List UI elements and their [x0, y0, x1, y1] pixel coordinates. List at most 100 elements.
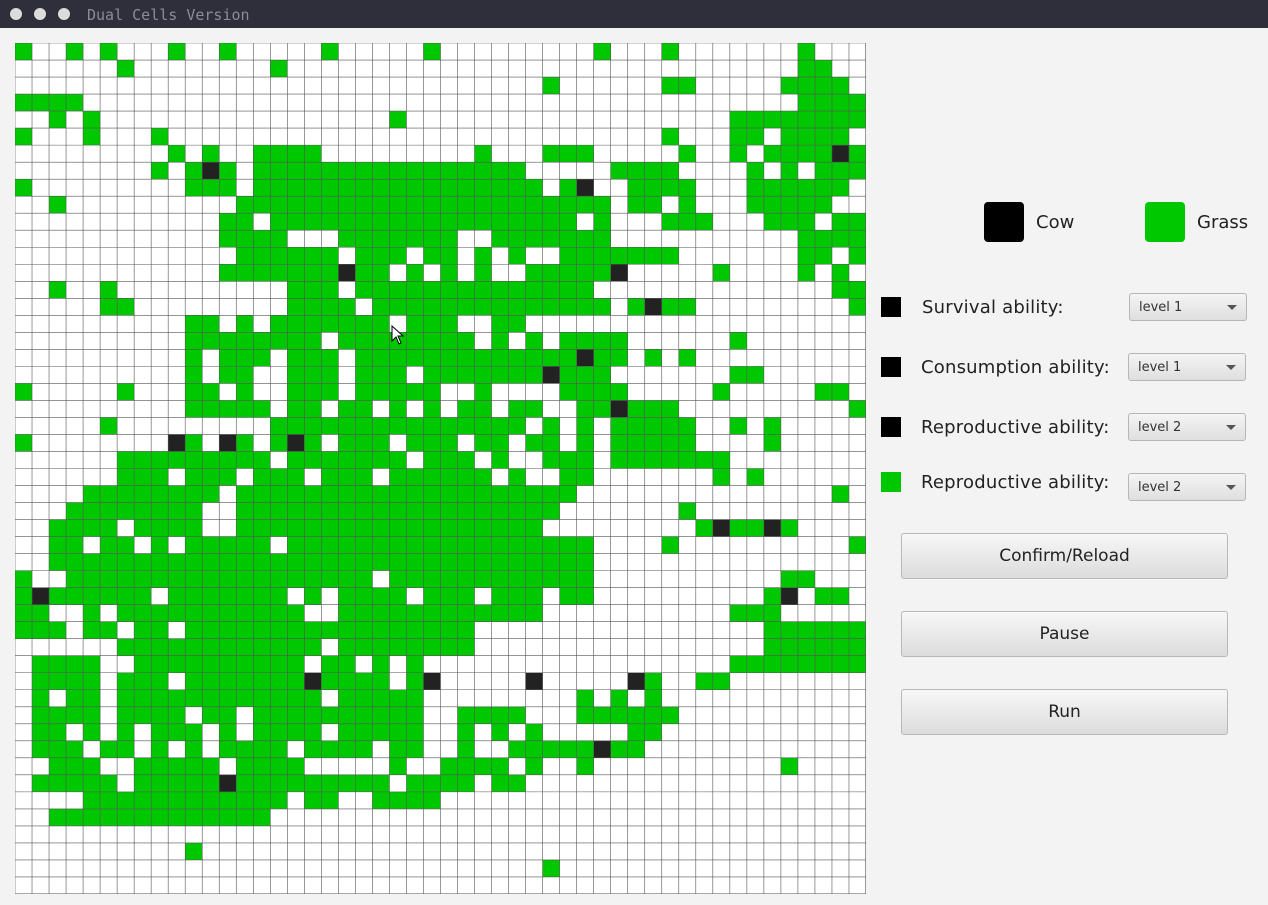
grass-cell — [576, 587, 594, 605]
minimize-window-button[interactable] — [34, 8, 46, 20]
grass-cell — [457, 740, 475, 758]
grass-cell — [389, 689, 407, 707]
grass-cell — [236, 638, 254, 656]
grass-cell — [525, 485, 543, 503]
grass-cell — [372, 451, 390, 469]
grass-cell — [185, 536, 203, 554]
grass-cell — [117, 468, 135, 486]
grass-cell — [389, 706, 407, 724]
grass-cell — [117, 604, 135, 622]
grass-cell — [151, 774, 169, 792]
grass-cell — [423, 43, 441, 61]
survival-ability-value: level 1 — [1139, 300, 1183, 315]
grass-cell — [440, 417, 458, 435]
grass-cell — [287, 162, 305, 180]
grass-cell — [797, 655, 815, 673]
grass-cell — [321, 281, 339, 299]
grass-cell — [49, 672, 67, 690]
grass-cell — [627, 723, 645, 741]
pause-button[interactable]: Pause — [901, 611, 1228, 657]
grass-cell — [593, 332, 611, 350]
grass-cell — [644, 672, 662, 690]
grass-cell — [814, 145, 832, 163]
grass-cell — [185, 655, 203, 673]
grass-cell — [219, 570, 237, 588]
grass-cell — [185, 808, 203, 826]
close-window-button[interactable] — [10, 8, 22, 20]
grass-cell — [423, 570, 441, 588]
grass-cell — [423, 349, 441, 367]
grass-cell — [729, 655, 747, 673]
grass-cell — [406, 723, 424, 741]
grass-cell — [134, 655, 152, 673]
grass-reproductive-ability-select[interactable]: level 2 — [1128, 473, 1246, 501]
grass-cell — [134, 808, 152, 826]
survival-ability-select[interactable]: level 1 — [1129, 293, 1247, 321]
grass-cell — [168, 757, 186, 775]
grass-cell — [797, 213, 815, 231]
grass-cell — [848, 213, 866, 231]
grass-cell — [253, 638, 271, 656]
grass-cell — [253, 587, 271, 605]
grass-cell — [389, 740, 407, 758]
consumption-ability-select[interactable]: level 1 — [1128, 353, 1246, 381]
grass-cell — [15, 179, 33, 197]
grass-cell — [372, 349, 390, 367]
grass-cell — [525, 332, 543, 350]
window-title: Dual Cells Version — [87, 6, 250, 24]
grass-cell — [525, 196, 543, 214]
grass-cell — [270, 723, 288, 741]
grass-cell — [151, 808, 169, 826]
cow-reproductive-ability-select[interactable]: level 2 — [1128, 413, 1246, 441]
grass-cell — [372, 485, 390, 503]
grass-cell — [185, 383, 203, 401]
grass-cell — [848, 655, 866, 673]
grass-cell — [576, 196, 594, 214]
grass-cell — [236, 604, 254, 622]
grass-cell — [423, 553, 441, 571]
grass-cell — [797, 77, 815, 95]
grass-cell — [117, 298, 135, 316]
grass-cell — [134, 519, 152, 537]
grass-cell — [627, 179, 645, 197]
grass-cell — [661, 128, 679, 146]
grass-cell — [236, 332, 254, 350]
grass-cell — [746, 111, 764, 129]
grass-cell — [219, 230, 237, 248]
grass-cell — [168, 604, 186, 622]
grass-cell — [253, 451, 271, 469]
grass-cell — [814, 179, 832, 197]
grass-cell — [134, 570, 152, 588]
grass-cell — [423, 434, 441, 452]
grass-cell — [151, 672, 169, 690]
grass-cell — [389, 298, 407, 316]
grass-cell — [406, 672, 424, 690]
grass-cell — [593, 298, 611, 316]
grass-cell — [321, 706, 339, 724]
grass-cell — [491, 570, 509, 588]
grass-cell — [219, 451, 237, 469]
grass-cell — [304, 774, 322, 792]
run-button[interactable]: Run — [901, 689, 1228, 735]
grass-cell — [253, 485, 271, 503]
grass-cell — [610, 417, 628, 435]
maximize-window-button[interactable] — [58, 8, 70, 20]
grass-cell — [253, 604, 271, 622]
grass-cell — [287, 689, 305, 707]
grass-cell — [559, 349, 577, 367]
grass-cell — [389, 196, 407, 214]
grass-cell — [559, 145, 577, 163]
grass-cell — [151, 757, 169, 775]
grass-cell — [355, 213, 373, 231]
grass-cell — [610, 689, 628, 707]
grass-cell — [151, 706, 169, 724]
simulation-grid[interactable] — [15, 43, 866, 894]
grass-cell — [185, 502, 203, 520]
confirm-reload-button[interactable]: Confirm/Reload — [901, 533, 1228, 579]
grass-cell — [593, 213, 611, 231]
grass-cell — [406, 536, 424, 554]
grass-cell — [423, 451, 441, 469]
grass-cell — [389, 604, 407, 622]
grass-cell — [542, 740, 560, 758]
grass-cell — [270, 213, 288, 231]
